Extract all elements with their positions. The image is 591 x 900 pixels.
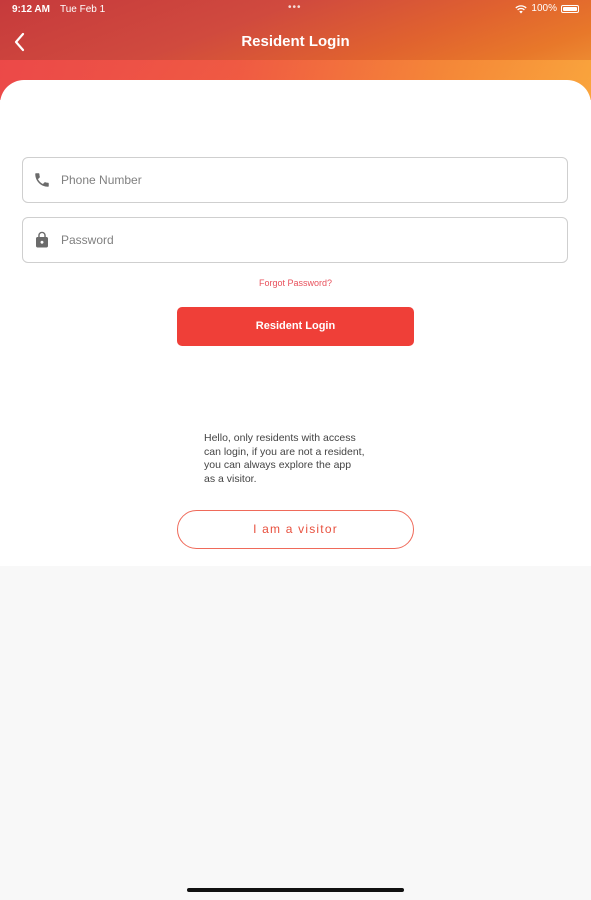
status-right: 100% — [515, 3, 579, 14]
login-card: Phone Number Password Forgot Password? R… — [0, 80, 591, 566]
forgot-password-link[interactable]: Forgot Password? — [0, 278, 591, 288]
phone-number-field[interactable]: Phone Number — [22, 157, 568, 203]
page-title: Resident Login — [241, 33, 350, 50]
home-indicator[interactable] — [187, 888, 404, 892]
visitor-button[interactable]: I am a visitor — [177, 510, 414, 549]
multitasking-dots[interactable]: ••• — [288, 2, 302, 13]
status-time: 9:12 AM — [12, 4, 50, 15]
wifi-icon — [515, 4, 528, 13]
phone-number-placeholder: Phone Number — [61, 173, 142, 187]
phone-icon — [35, 173, 49, 187]
status-bar: 9:12 AM Tue Feb 1 ••• 100% — [0, 0, 591, 20]
battery-icon — [561, 4, 579, 13]
password-placeholder: Password — [61, 233, 114, 247]
battery-percentage: 100% — [531, 3, 557, 14]
resident-login-button[interactable]: Resident Login — [177, 307, 414, 346]
battery-level — [563, 6, 577, 11]
visitor-info-text: Hello, only residents with access can lo… — [204, 432, 365, 485]
password-field[interactable]: Password — [22, 217, 568, 263]
status-date: Tue Feb 1 — [60, 4, 106, 15]
lock-icon — [36, 231, 48, 248]
